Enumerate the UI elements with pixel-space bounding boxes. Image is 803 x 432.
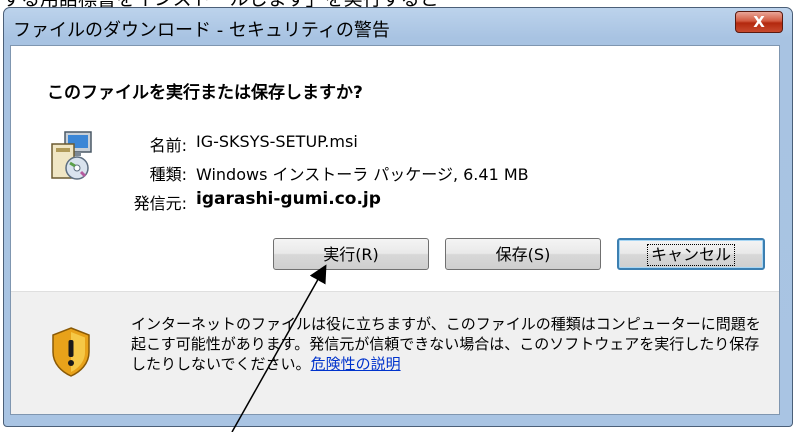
window-title: ファイルのダウンロード - セキュリティの警告 — [13, 20, 390, 41]
file-type-label: 種類: — [149, 165, 187, 184]
save-button[interactable]: 保存(S) — [445, 238, 601, 270]
run-button-label: 実行(R) — [323, 245, 379, 264]
warning-panel: インターネットのファイルは役に立ちますが、このファイルの種類はコンピューターに問… — [11, 291, 779, 414]
file-name-value: IG-SKSYS-SETUP.msi — [196, 132, 358, 151]
publisher-value: igarashi-gumi.co.jp — [196, 189, 381, 209]
cancel-button[interactable]: キャンセル — [617, 238, 765, 270]
close-icon: X — [753, 13, 765, 31]
run-button[interactable]: 実行(R) — [273, 238, 429, 270]
dialog-content: このファイルを実行または保存しますか? 名前: IG-SKSYS-SETUP.m… — [10, 45, 780, 415]
file-type-value: Windows インストーラ パッケージ, 6.41 MB — [196, 165, 529, 184]
warning-message: インターネットのファイルは役に立ちますが、このファイルの種類はコンピューターに問… — [131, 314, 767, 374]
cancel-button-label: キャンセル — [646, 244, 735, 266]
publisher-label: 発信元: — [133, 194, 187, 213]
security-warning-dialog: ファイルのダウンロード - セキュリティの警告 X このファイルを実行または保存… — [3, 7, 793, 427]
warning-text: インターネットのファイルは役に立ちますが、このファイルの種類はコンピューターに問… — [131, 315, 761, 373]
title-bar[interactable]: ファイルのダウンロード - セキュリティの警告 X — [4, 8, 792, 46]
close-button[interactable]: X — [735, 11, 783, 33]
file-name-label: 名前: — [149, 136, 187, 155]
save-button-label: 保存(S) — [495, 245, 551, 264]
risk-explanation-link[interactable]: 危険性の説明 — [311, 355, 401, 373]
shield-warning-icon — [52, 327, 90, 377]
dialog-question: このファイルを実行または保存しますか? — [47, 83, 363, 103]
